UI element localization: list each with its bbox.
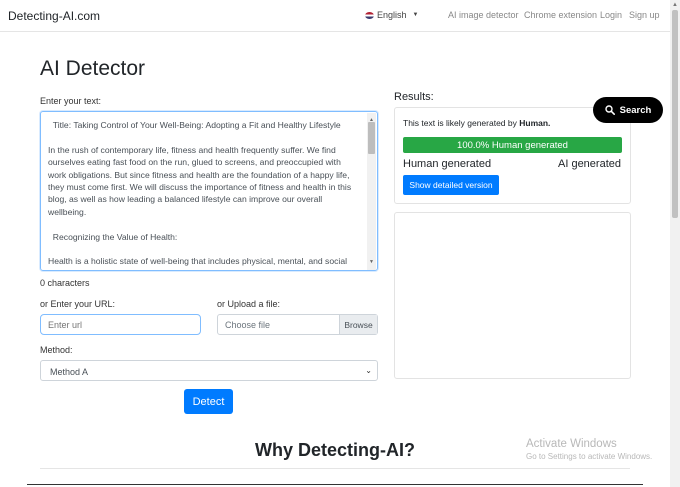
method-label: Method: xyxy=(40,345,73,355)
page-scroll-thumb[interactable] xyxy=(672,10,678,218)
result-summary-prefix: This text is likely generated by xyxy=(403,118,520,128)
result-summary: This text is likely generated by Human. xyxy=(403,118,550,128)
character-count: 0 characters xyxy=(40,278,90,288)
textarea-scroll-down-icon[interactable]: ▼ xyxy=(369,256,374,268)
result-card: This text is likely generated by Human. … xyxy=(394,107,631,204)
chevron-down-icon: ⌄ xyxy=(365,366,372,375)
page-title: AI Detector xyxy=(40,57,146,80)
caret-down-icon: ▼ xyxy=(412,12,419,18)
scroll-up-arrow-icon[interactable]: ▲ xyxy=(672,2,678,8)
nav-link-chrome-extension[interactable]: Chrome extension xyxy=(524,10,597,20)
results-label: Results: xyxy=(394,91,434,103)
text-input-area[interactable]: Title: Taking Control of Your Well-Being… xyxy=(40,111,378,271)
search-icon xyxy=(604,105,615,115)
upload-label: or Upload a file: xyxy=(217,299,281,309)
file-upload-input[interactable]: Choose file Browse xyxy=(217,314,378,335)
windows-activation-watermark: Activate Windows Go to Settings to activ… xyxy=(526,438,652,461)
detect-button[interactable]: Detect xyxy=(184,389,233,414)
search-button-label: Search xyxy=(619,104,652,116)
navbar: Detecting-AI.com English ▼ AI image dete… xyxy=(0,0,670,32)
detail-card xyxy=(394,212,631,379)
show-detailed-button[interactable]: Show detailed version xyxy=(403,175,499,195)
language-label: English xyxy=(377,10,407,20)
us-flag-icon xyxy=(365,11,374,19)
text-paragraph: Title: Taking Control of Your Well-Being… xyxy=(48,120,341,130)
method-selected-value: Method A xyxy=(50,367,89,377)
browse-button[interactable]: Browse xyxy=(339,315,377,334)
method-select[interactable]: Method A ⌄ xyxy=(40,360,378,381)
watermark-line-2: Go to Settings to activate Windows. xyxy=(526,452,653,461)
url-input[interactable] xyxy=(40,314,201,335)
textarea-scroll-thumb[interactable] xyxy=(368,122,375,154)
human-ai-progress-bar: 100.0% Human generated xyxy=(403,137,622,153)
result-verdict: Human. xyxy=(519,118,551,128)
brand-logo[interactable]: Detecting-AI.com xyxy=(8,9,100,23)
language-selector[interactable]: English ▼ xyxy=(365,10,418,20)
progress-fill: 100.0% Human generated xyxy=(403,137,622,153)
file-placeholder: Choose file xyxy=(225,320,271,330)
section-divider xyxy=(40,468,630,469)
watermark-line-1: Activate Windows xyxy=(526,438,617,450)
text-input-label: Enter your text: xyxy=(40,96,102,106)
text-paragraph: In the rush of contemporary life, fitnes… xyxy=(48,144,354,217)
nav-link-login[interactable]: Login xyxy=(600,10,622,20)
url-label: or Enter your URL: xyxy=(40,299,116,309)
search-button[interactable]: Search xyxy=(593,97,663,123)
text-paragraph: Recognizing the Value of Health: xyxy=(48,231,178,242)
human-generated-label: Human generated xyxy=(403,158,492,170)
nav-link-signup[interactable]: Sign up xyxy=(629,10,660,20)
progress-label: 100.0% Human generated xyxy=(457,139,568,151)
text-paragraph: Health is a holistic state of well-being… xyxy=(48,256,348,270)
ai-generated-label: AI generated xyxy=(558,158,621,170)
nav-link-ai-image-detector[interactable]: AI image detector xyxy=(448,10,519,20)
